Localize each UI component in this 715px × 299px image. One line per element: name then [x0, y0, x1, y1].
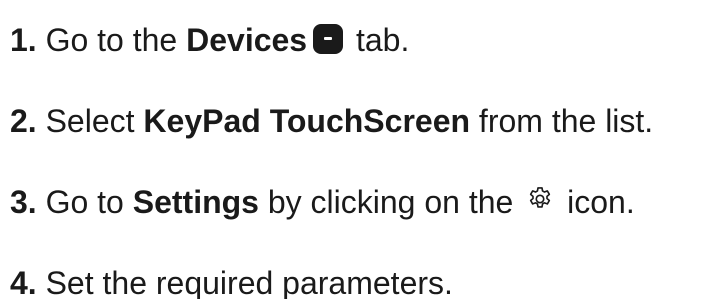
step-number: 4.: [10, 265, 37, 299]
step-text: by clicking on the: [258, 184, 523, 220]
devices-tab-name: Devices: [186, 22, 308, 58]
device-name: KeyPad TouchScreen: [143, 103, 471, 139]
gear-icon: [526, 185, 554, 213]
step-2: 2. Select KeyPad TouchScreen from the li…: [10, 101, 653, 141]
step-1: 1. Go to the Devices tab.: [10, 20, 409, 60]
step-text: from the list.: [470, 103, 654, 139]
step-4: 4. Set the required parameters.: [10, 263, 453, 299]
devices-tab-icon: [313, 23, 344, 54]
step-text: Set the required parameters.: [36, 265, 453, 299]
step-text: tab.: [347, 22, 410, 58]
step-text: Go to: [36, 184, 133, 220]
step-number: 3.: [10, 184, 37, 220]
step-text: Select: [36, 103, 144, 139]
step-text: icon.: [558, 184, 635, 220]
step-number: 1.: [10, 22, 37, 58]
step-3: 3. Go to Settings by clicking on the ico…: [10, 182, 635, 222]
step-number: 2.: [10, 103, 37, 139]
settings-name: Settings: [132, 184, 259, 220]
step-text: Go to the: [36, 22, 187, 58]
